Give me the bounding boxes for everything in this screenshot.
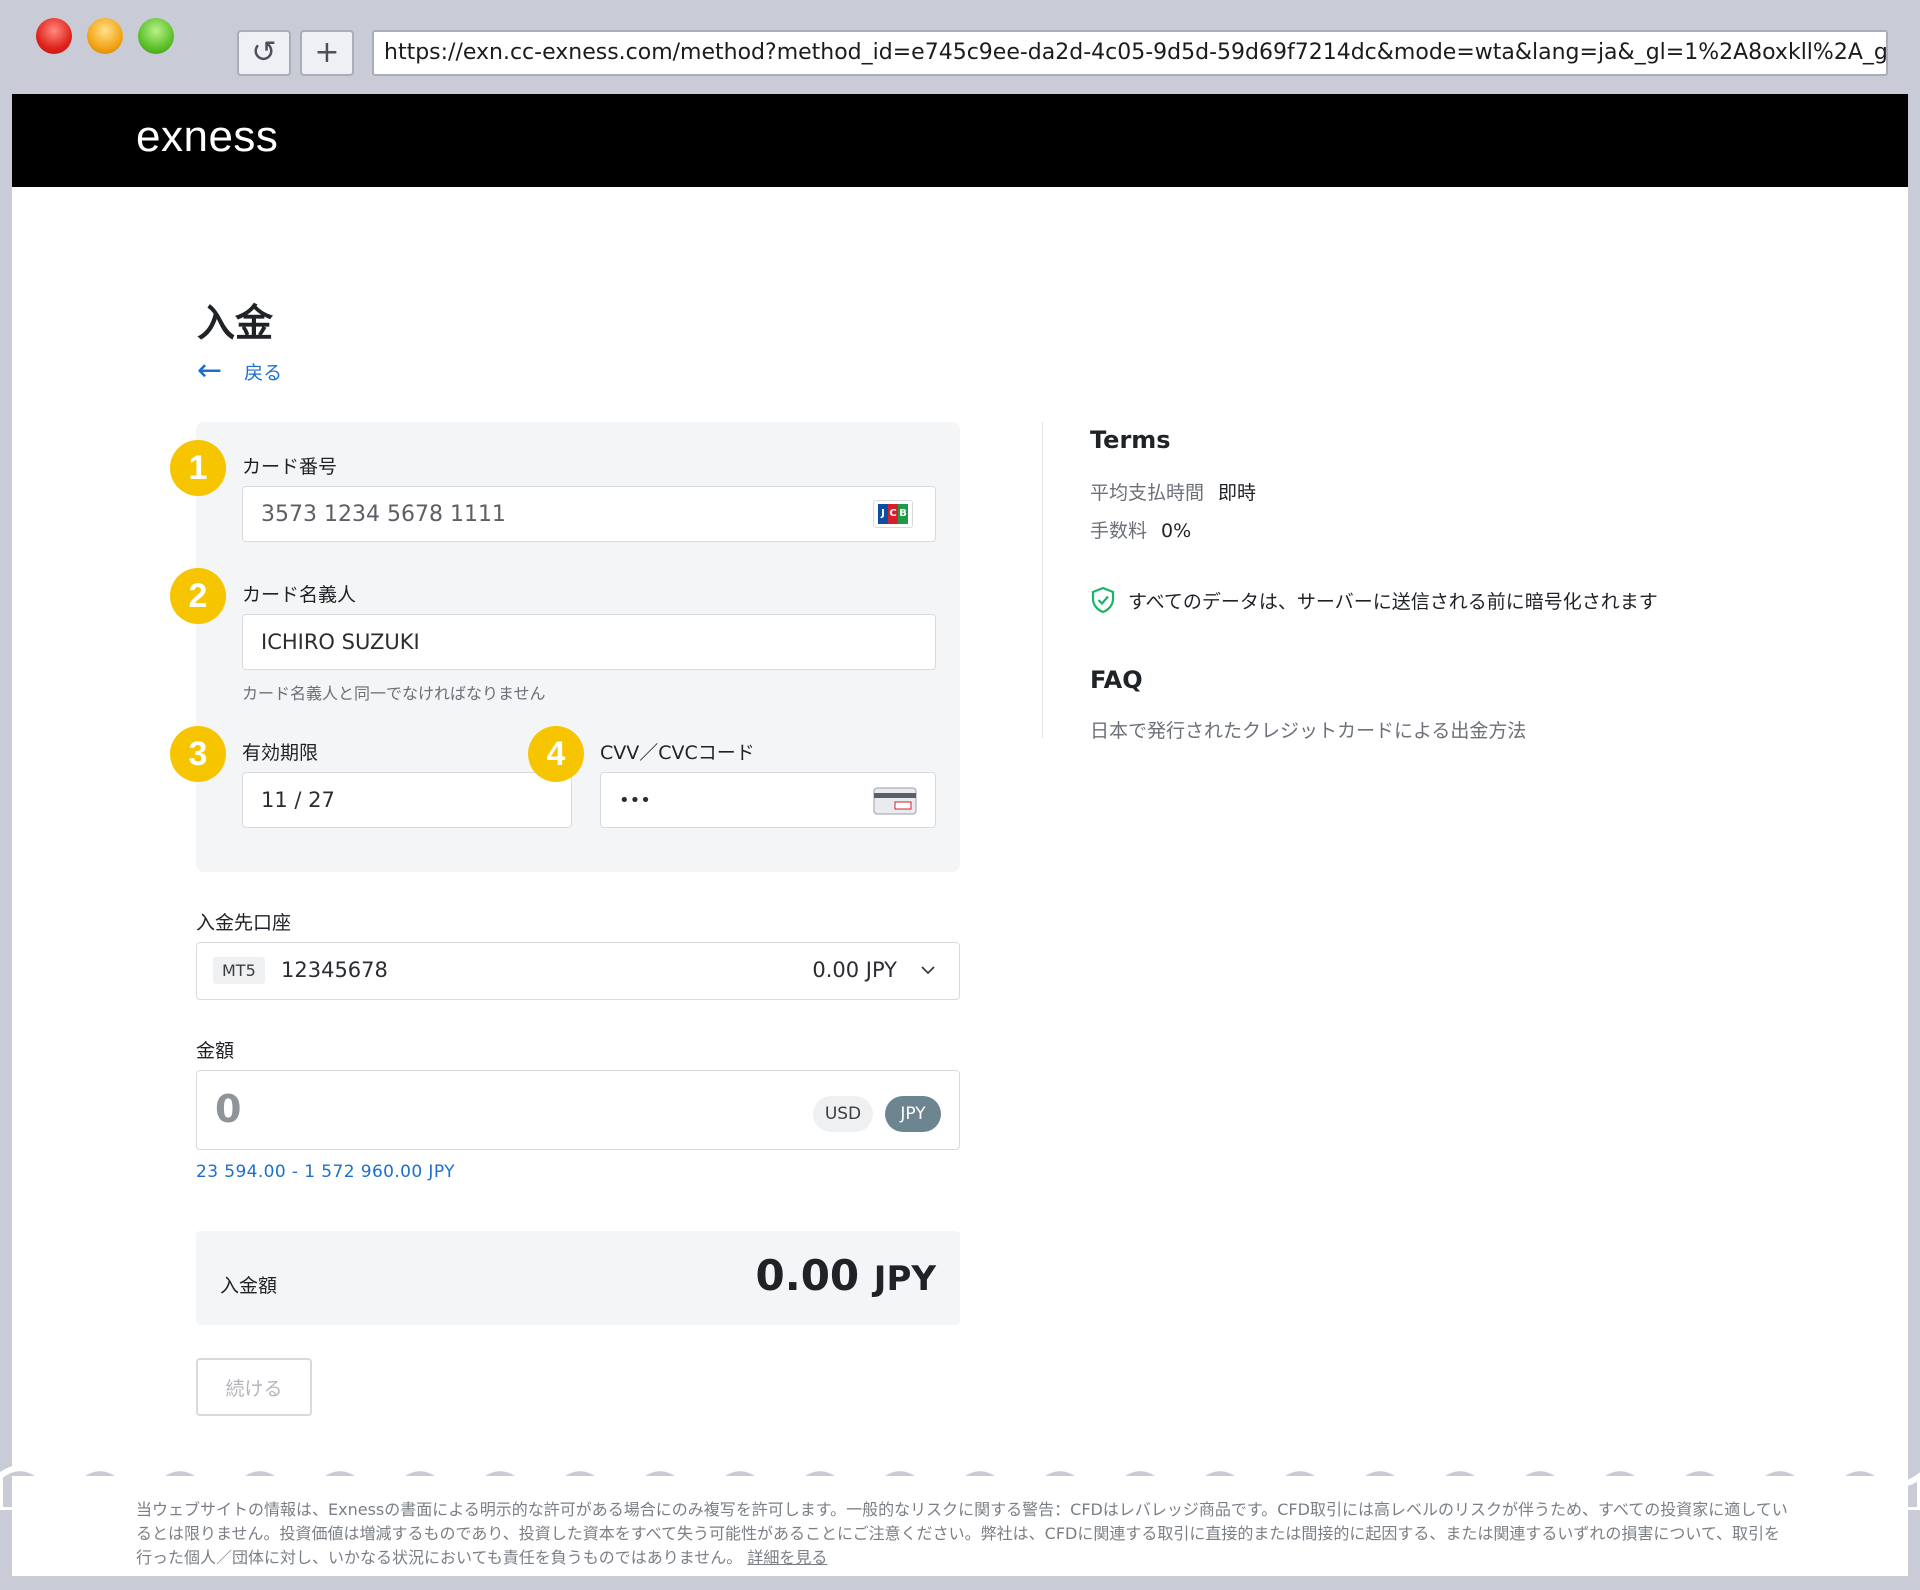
address-bar[interactable]: https://exn.cc-exness.com/method?method_… [372, 30, 1888, 76]
cvv-input[interactable]: ••• [600, 772, 936, 828]
shield-check-icon [1091, 586, 1115, 614]
step-badge-3: 3 [170, 726, 226, 782]
currency-jpy-button[interactable]: JPY [885, 1096, 941, 1132]
page-title: 入金 [197, 301, 274, 345]
fee-label: 手数料 [1090, 520, 1148, 542]
card-number-value: 3573 1234 5678 1111 [261, 501, 506, 527]
back-link[interactable]: ← 戻る [197, 356, 282, 386]
total-panel: 入金額 0.00 JPY [196, 1231, 960, 1325]
secure-note-text: すべてのデータは、サーバーに送信される前に暗号化されます [1128, 590, 1658, 613]
processing-time-row: 平均支払時間 即時 [1090, 478, 1256, 505]
fee-row: 手数料 0% [1090, 516, 1191, 543]
amount-range: 23 594.00 - 1 572 960.00 JPY [196, 1162, 455, 1182]
expiry-input[interactable]: 11 / 27 [242, 772, 572, 828]
back-label: 戻る [244, 361, 283, 384]
browser-chrome: ↺ + https://exn.cc-exness.com/method?met… [0, 0, 1920, 94]
risk-disclaimer: 当ウェブサイトの情報は、Exnessの書面による明示的な許可がある場合にのみ複写… [136, 1498, 1796, 1570]
platform-tag: MT5 [213, 957, 265, 984]
card-holder-value: ICHIRO SUZUKI [261, 630, 420, 654]
cvv-value: ••• [619, 789, 651, 811]
more-details-link[interactable]: 詳細を見る [747, 1548, 827, 1567]
secure-note: すべてのデータは、サーバーに送信される前に暗号化されます [1090, 586, 1658, 614]
close-window-button[interactable] [36, 18, 72, 54]
expiry-value: 11 / 27 [261, 788, 335, 812]
arrow-left-icon: ← [197, 353, 223, 388]
account-select[interactable]: MT5 12345678 0.00 JPY [196, 942, 960, 1000]
reload-button[interactable]: ↺ [237, 30, 291, 76]
amount-label: 金額 [196, 1040, 235, 1062]
fee-value: 0% [1161, 520, 1192, 542]
total-number: 0.00 [755, 1251, 860, 1300]
minimize-window-button[interactable] [87, 18, 123, 54]
continue-button[interactable]: 続ける [196, 1358, 312, 1416]
maximize-window-button[interactable] [138, 18, 174, 54]
total-label: 入金額 [220, 1275, 278, 1297]
card-holder-label: カード名義人 [242, 584, 357, 606]
footer: 当ウェブサイトの情報は、Exnessの書面による明示的な許可がある場合にのみ複写… [12, 1476, 1908, 1576]
faq-link-withdrawal[interactable]: 日本で発行されたクレジットカードによる出金方法 [1090, 716, 1526, 743]
new-tab-button[interactable]: + [300, 30, 354, 76]
reload-icon: ↺ [251, 35, 277, 70]
account-label: 入金先口座 [196, 912, 292, 934]
amount-value: 0 [215, 1087, 242, 1131]
step-badge-1: 1 [170, 440, 226, 496]
page-viewport: exness 入金 ← 戻る 1 カード番号 3573 1234 5678 11… [12, 94, 1908, 1576]
faq-title: FAQ [1090, 666, 1143, 694]
card-holder-input[interactable]: ICHIRO SUZUKI [242, 614, 936, 670]
chevron-down-icon [921, 966, 935, 975]
step-badge-2: 2 [170, 568, 226, 624]
card-form-panel: 1 カード番号 3573 1234 5678 1111 JCB 2 カード名義人… [170, 422, 960, 872]
step-badge-4: 4 [528, 726, 584, 782]
site-header: exness [12, 94, 1908, 187]
column-divider [1042, 422, 1043, 738]
card-number-input[interactable]: 3573 1234 5678 1111 JCB [242, 486, 936, 542]
exness-logo[interactable]: exness [136, 112, 278, 162]
card-number-label: カード番号 [242, 456, 338, 478]
jcb-icon: JCB [873, 500, 913, 528]
disclaimer-text: 当ウェブサイトの情報は、Exnessの書面による明示的な許可がある場合にのみ複写… [136, 1500, 1788, 1567]
card-cvv-icon [873, 787, 917, 815]
plus-icon: + [314, 35, 340, 70]
total-currency: JPY [873, 1259, 936, 1299]
expiry-label: 有効期限 [242, 742, 319, 764]
amount-input[interactable]: 0 USD JPY [196, 1070, 960, 1150]
total-amount: 0.00 JPY [756, 1251, 936, 1300]
processing-time-label: 平均支払時間 [1090, 482, 1205, 504]
terms-title: Terms [1090, 426, 1171, 454]
card-holder-hint: カード名義人と同一でなければなりません [242, 684, 546, 703]
account-number: 12345678 [281, 958, 388, 982]
currency-usd-button[interactable]: USD [813, 1096, 873, 1132]
cvv-label: CVV／CVCコード [600, 742, 755, 764]
processing-time-value: 即時 [1218, 482, 1257, 504]
account-balance: 0.00 JPY [812, 958, 897, 982]
